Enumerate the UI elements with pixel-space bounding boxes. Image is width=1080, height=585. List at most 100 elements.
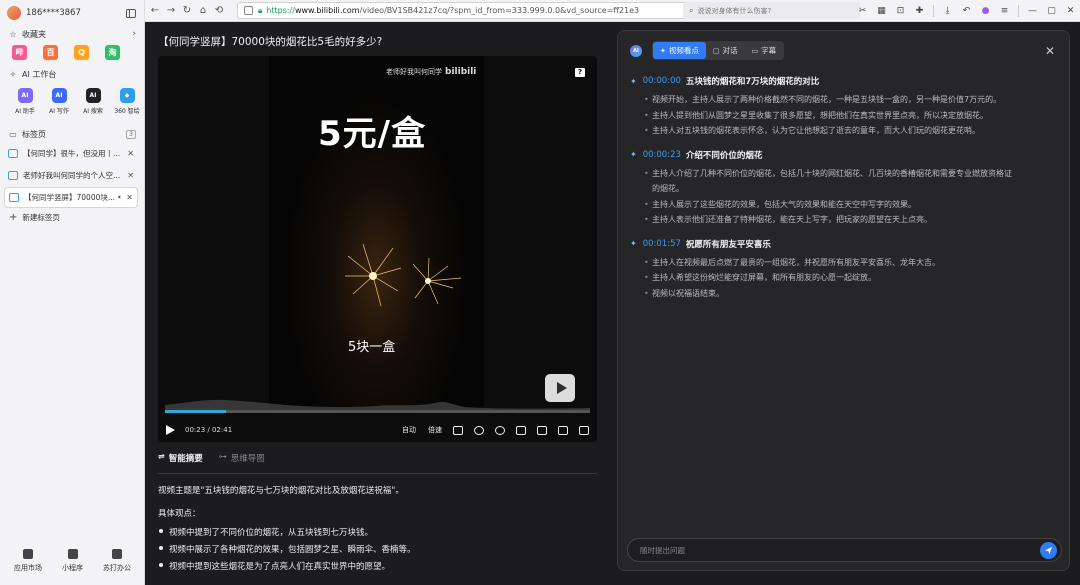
playback-time: 00:23 / 02:41: [185, 426, 233, 434]
restore-icon[interactable]: ⟲: [211, 5, 227, 16]
tab-smart-summary-label: 智能摘要: [168, 454, 203, 464]
toolbar-actions: ✂ ▦ ⊡ ✚ ⤓ ↶ ● ≡ — ▢ ✕: [853, 0, 1080, 22]
mini-program-button[interactable]: 小程序: [62, 549, 83, 573]
sparkler-image: [345, 243, 462, 307]
video-title: 【何同学竖屏】70000块的烟花比5毛的好多少?: [158, 36, 383, 48]
translate-icon[interactable]: ▦: [872, 6, 891, 16]
chapter-timestamp[interactable]: 00:00:00: [643, 76, 681, 86]
ai-tool-icon: AI: [51, 88, 67, 103]
volume-icon[interactable]: [474, 425, 484, 435]
menu-icon[interactable]: ≡: [995, 6, 1014, 16]
sidebar-bottom-bar: 应用市场 小程序 苏打办公: [0, 549, 145, 573]
back-arrow-icon[interactable]: ←: [147, 5, 163, 16]
speed-button[interactable]: 倍速: [428, 425, 442, 435]
screenshot-icon[interactable]: ⊡: [891, 6, 910, 16]
sidebar-toggle-icon[interactable]: [126, 8, 136, 18]
site-info-icon[interactable]: [244, 6, 253, 15]
ask-box[interactable]: [627, 538, 1062, 562]
ask-input[interactable]: [640, 545, 1040, 555]
scissors-icon[interactable]: ✂: [853, 6, 872, 16]
forward-arrow-icon[interactable]: →: [163, 5, 179, 16]
lock-icon[interactable]: 🔒︎: [258, 6, 262, 16]
tab-video-highlights[interactable]: ✦ 视频看点: [653, 42, 706, 59]
tab-mind-map[interactable]: ⊶ 思维导图: [219, 452, 265, 473]
tab-video-highlights-label: 视频看点: [668, 46, 699, 55]
refresh-icon[interactable]: ↻: [179, 5, 195, 16]
minimize-icon[interactable]: —: [1023, 6, 1042, 16]
maximize-icon[interactable]: ▢: [1042, 6, 1061, 16]
summary-points: 视频中提到了不同价位的烟花，从五块钱到七万块钱。 视频中展示了各种烟花的效果，包括…: [158, 526, 598, 572]
download-icon[interactable]: ⤓: [938, 6, 957, 16]
close-icon[interactable]: ✕: [1045, 44, 1055, 58]
undo-icon[interactable]: ↶: [957, 6, 976, 16]
video-subtitle: 5块一盒: [348, 340, 396, 355]
taobao-icon[interactable]: 淘: [105, 45, 120, 60]
widescreen-icon[interactable]: [537, 425, 547, 435]
speaker-icon[interactable]: 🔈︎: [118, 193, 122, 202]
search-icon: ⌕: [689, 5, 694, 15]
extensions-icon[interactable]: ✚: [910, 6, 929, 16]
web-fullscreen-icon[interactable]: [558, 425, 568, 435]
play-icon[interactable]: [166, 425, 175, 435]
tab-chat[interactable]: ▢ 对话: [706, 42, 745, 59]
chapter-point: 主持人表示他们还准备了特种烟花，能在天上写字，把玩家的愿望在天上点亮。: [644, 212, 1060, 228]
video-player[interactable]: 老师好我叫何同学 bilibili ? 5元/盒 5块一盒 00:23 / 02…: [158, 56, 597, 442]
audio-waveform: [165, 399, 590, 411]
chevron-right-icon[interactable]: ›: [132, 29, 136, 39]
player-controls: 00:23 / 02:41 自动 倍速: [158, 418, 597, 442]
ai-tool-item[interactable]: AI AI 写作: [42, 88, 76, 122]
ai-video-panel: AI ✦ 视频看点 ▢ 对话 ▭ 字幕 ✕ ✦ 00:00:00 五块钱的烟花和7万…: [617, 30, 1070, 571]
close-tab-icon[interactable]: ✕: [126, 193, 133, 202]
fullscreen-icon[interactable]: [579, 425, 589, 435]
summary-tabs: ⇌ 智能摘要 ⊶ 思维导图: [158, 452, 597, 474]
close-window-icon[interactable]: ✕: [1061, 6, 1080, 16]
help-icon[interactable]: ?: [575, 68, 585, 77]
url-host: www.bilibili.com: [294, 6, 360, 15]
bilibili-icon[interactable]: 哔: [12, 45, 27, 60]
app-market-button[interactable]: 应用市场: [14, 549, 42, 573]
summary-point: 视频中提到这些烟花是为了点亮人们在真实世界中的愿望。: [158, 560, 598, 572]
sidebar-tab-item[interactable]: 【何同学竖屏】70000块... 🔈︎ ✕: [4, 187, 138, 208]
summary-content: 视频主题是"五块钱的烟花与七万块的烟花对比及放烟花送祝福"。 具体观点： 视频中…: [158, 484, 598, 577]
progress-bar[interactable]: [165, 410, 590, 413]
soda-office-label: 苏打办公: [103, 564, 131, 572]
ai-workbench-label: AI 工作台: [22, 69, 57, 79]
avatar[interactable]: [7, 6, 21, 20]
settings-gear-icon[interactable]: [495, 425, 505, 435]
tv-icon: [9, 193, 19, 202]
ai-tool-icon: AI: [17, 88, 33, 103]
tabs-label: 标签页: [22, 129, 46, 139]
soda-office-button[interactable]: 苏打办公: [103, 549, 131, 573]
search-box[interactable]: ⌕ 说说对身体有什么伤害?: [683, 2, 860, 19]
chapter-point: 视频开始，主持人展示了两种价格截然不同的烟花，一种是五块钱一盒的，另一种是价值7…: [644, 92, 1060, 108]
home-icon[interactable]: ⌂: [195, 5, 211, 16]
close-tab-icon[interactable]: ✕: [127, 171, 134, 180]
favorites-row: 哔百Q淘: [0, 42, 144, 66]
ai-tool-item[interactable]: ◆ 360 智绘: [110, 88, 144, 122]
chapter-timestamp[interactable]: 00:01:57: [643, 239, 681, 249]
sidebar-tab-item[interactable]: 老师好我叫何同学的个人空... ✕: [4, 165, 138, 186]
pip-icon[interactable]: [516, 425, 526, 435]
profile-row[interactable]: 186****3867: [0, 0, 144, 26]
toolbar-divider: [1018, 5, 1019, 17]
tab-list: 【何同学】很牛，但没用丨... ✕ 老师好我叫何同学的个人空... ✕ 【何同学竖屏】7…: [0, 143, 144, 208]
ai-tool-item[interactable]: AI AI 搜索: [76, 88, 110, 122]
favorites-header[interactable]: ☆ 收藏夹 ›: [0, 26, 144, 42]
close-tab-icon[interactable]: ✕: [127, 149, 134, 158]
quality-auto-button[interactable]: 自动: [402, 425, 416, 435]
sidebar-tab-item[interactable]: 【何同学】很牛，但没用丨... ✕: [4, 143, 138, 164]
tabs-header: ▭ 标签页 3: [0, 126, 144, 142]
send-button[interactable]: [1040, 541, 1057, 559]
tab-subtitles[interactable]: ▭ 字幕: [745, 42, 784, 59]
qq-icon[interactable]: Q: [74, 45, 89, 60]
chapter-point: 主持人在视频最后点燃了最贵的一组烟花，并祝愿所有朋友平安喜乐、龙年大吉。: [644, 255, 1060, 271]
tab-smart-summary[interactable]: ⇌ 智能摘要: [158, 452, 203, 473]
ai-tool-icon: AI: [85, 88, 101, 103]
briefcase-icon: [112, 549, 122, 559]
ai-assistant-icon[interactable]: ●: [976, 6, 995, 16]
baidu-icon[interactable]: 百: [43, 45, 58, 60]
danmaku-off-icon[interactable]: [453, 425, 463, 435]
chapter-timestamp[interactable]: 00:00:23: [643, 150, 681, 160]
new-tab-button[interactable]: + 新建标签页: [0, 209, 144, 225]
ai-tool-item[interactable]: AI AI 助手: [8, 88, 42, 122]
